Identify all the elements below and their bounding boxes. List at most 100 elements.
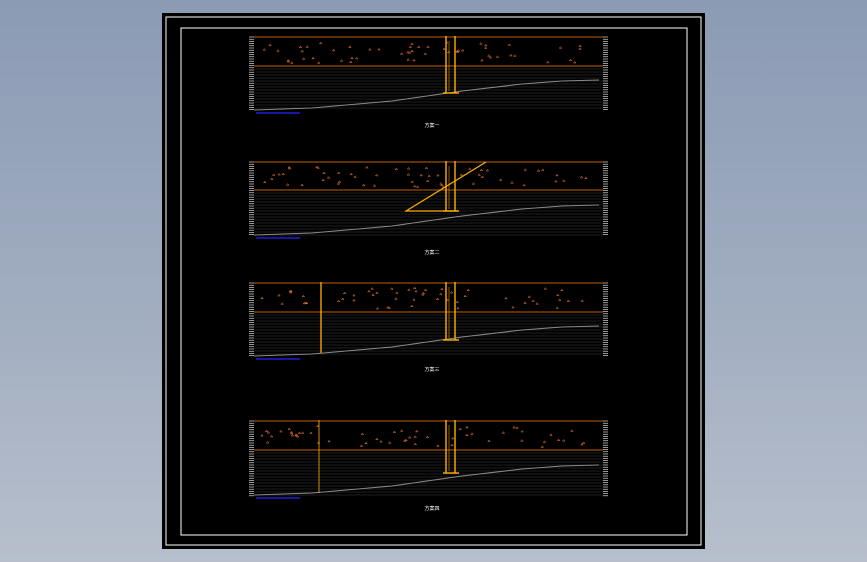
fill-aggregate-mark xyxy=(439,292,443,295)
ground-profile-line xyxy=(253,79,600,111)
fill-aggregate-mark xyxy=(417,45,421,48)
fill-aggregate-mark xyxy=(412,298,416,301)
section-figure-2: 方案二 xyxy=(249,161,608,256)
fill-aggregate-mark xyxy=(349,60,353,63)
fill-aggregate-mark xyxy=(446,50,451,54)
fill-aggregate-mark xyxy=(527,295,531,298)
fill-aggregate-mark xyxy=(408,45,413,48)
fill-aggregate-mark xyxy=(319,41,323,44)
fill-aggregate-mark xyxy=(458,427,462,430)
fill-aggregate-mark xyxy=(337,180,342,183)
fill-aggregate-mark xyxy=(406,50,410,54)
fill-aggregate-mark xyxy=(287,427,291,430)
fill-aggregate-mark xyxy=(337,171,341,174)
fill-aggregate-mark xyxy=(269,434,274,438)
fill-aggregate-mark xyxy=(543,287,548,290)
fill-aggregate-mark xyxy=(315,165,319,168)
fill-aggregate-mark xyxy=(272,173,276,176)
fill-aggregate-mark xyxy=(379,440,383,443)
fill-aggregate-mark xyxy=(479,42,483,45)
fill-aggregate-mark xyxy=(300,49,304,53)
fill-aggregate-mark xyxy=(407,436,412,439)
fill-aggregate-mark xyxy=(265,441,270,444)
fill-aggregate-mark xyxy=(477,173,481,176)
fill-aggregate-mark xyxy=(556,438,561,441)
fill-aggregate-mark xyxy=(584,176,588,179)
fill-aggregate-mark xyxy=(394,297,398,300)
fill-aggregate-mark xyxy=(435,297,440,300)
fill-aggregate-mark xyxy=(365,165,369,169)
figure-caption: 方案四 xyxy=(424,505,439,512)
fill-aggregate-mark xyxy=(515,426,519,429)
fill-aggregate-mark xyxy=(260,296,264,300)
fill-aggregate-mark xyxy=(582,441,586,444)
fill-aggregate-mark xyxy=(353,175,357,178)
fill-aggregate-mark xyxy=(558,46,563,49)
fill-aggregate-mark xyxy=(309,431,313,434)
fill-aggregate-mark xyxy=(410,42,414,45)
fill-aggregate-mark xyxy=(501,431,506,434)
fill-aggregate-mark xyxy=(415,429,419,433)
fill-aggregate-mark xyxy=(546,60,550,64)
fill-aggregate-mark xyxy=(562,179,566,182)
fill-aggregate-mark xyxy=(578,44,582,47)
fill-aggregate-mark xyxy=(480,58,484,62)
fill-aggregate-mark xyxy=(513,54,517,57)
fill-aggregate-mark xyxy=(341,297,345,300)
fill-aggregate-mark xyxy=(305,45,309,48)
fill-aggregate-mark xyxy=(317,61,321,64)
fill-aggregate-mark xyxy=(456,306,460,310)
drawing-sheet: 方案一 方案二 方案三 方案四 xyxy=(162,13,705,549)
fill-aggregate-mark xyxy=(512,425,516,429)
fill-aggregate-mark xyxy=(374,173,379,177)
fill-aggregate-mark xyxy=(407,288,411,291)
fill-aggregate-mark xyxy=(484,43,488,47)
cad-drawing: 方案一方案二方案三方案四 xyxy=(165,16,702,546)
fill-aggregate-mark xyxy=(375,291,379,294)
fill-aggregate-mark xyxy=(321,178,325,182)
fill-aggregate-mark xyxy=(568,58,573,61)
fill-aggregate-mark xyxy=(336,299,341,303)
figure-caption: 方案二 xyxy=(424,249,439,256)
fill-aggregate-mark xyxy=(412,58,416,62)
fill-aggregate-mark xyxy=(480,175,485,178)
fill-aggregate-mark xyxy=(348,45,352,48)
fill-aggregate-mark xyxy=(495,55,500,58)
fill-aggregate-mark xyxy=(451,436,455,440)
fill-aggregate-mark xyxy=(522,183,526,187)
fill-aggregate-mark xyxy=(468,167,472,170)
fill-aggregate-mark xyxy=(331,48,336,52)
fill-aggregate-mark xyxy=(413,286,417,289)
fill-aggregate-mark xyxy=(290,433,295,437)
fill-aggregate-mark xyxy=(264,429,269,433)
fill-aggregate-mark xyxy=(523,168,527,171)
fill-aggregate-mark xyxy=(450,443,454,447)
fill-aggregate-mark xyxy=(573,60,577,64)
fill-aggregate-mark xyxy=(377,47,381,51)
fill-aggregate-mark xyxy=(423,288,428,291)
fill-aggregate-mark xyxy=(372,184,377,187)
figure-caption: 方案一 xyxy=(424,122,439,129)
fill-aggregate-mark xyxy=(414,289,418,293)
fill-aggregate-mark xyxy=(449,291,454,294)
fill-aggregate-mark xyxy=(562,439,566,442)
fill-aggregate-mark xyxy=(352,293,356,297)
fill-aggregate-mark xyxy=(466,288,470,291)
fill-aggregate-mark xyxy=(541,168,545,171)
fill-aggregate-mark xyxy=(394,167,398,171)
fill-aggregate-mark xyxy=(488,56,493,59)
fill-aggregate-mark xyxy=(286,183,290,186)
fill-aggregate-mark xyxy=(579,175,584,179)
fill-aggregate-mark xyxy=(479,168,484,171)
fill-aggregate-mark xyxy=(298,45,303,48)
fill-aggregate-mark xyxy=(406,173,411,176)
fill-aggregate-mark xyxy=(470,432,474,435)
fill-aggregate-mark xyxy=(277,293,281,297)
fill-aggregate-mark xyxy=(302,57,306,60)
fill-aggregate-mark xyxy=(426,45,430,48)
fill-aggregate-mark xyxy=(395,291,399,294)
fill-aggregate-mark xyxy=(499,178,503,181)
fill-aggregate-mark xyxy=(523,301,527,304)
fill-aggregate-mark xyxy=(510,181,514,184)
fill-aggregate-mark xyxy=(360,432,365,435)
